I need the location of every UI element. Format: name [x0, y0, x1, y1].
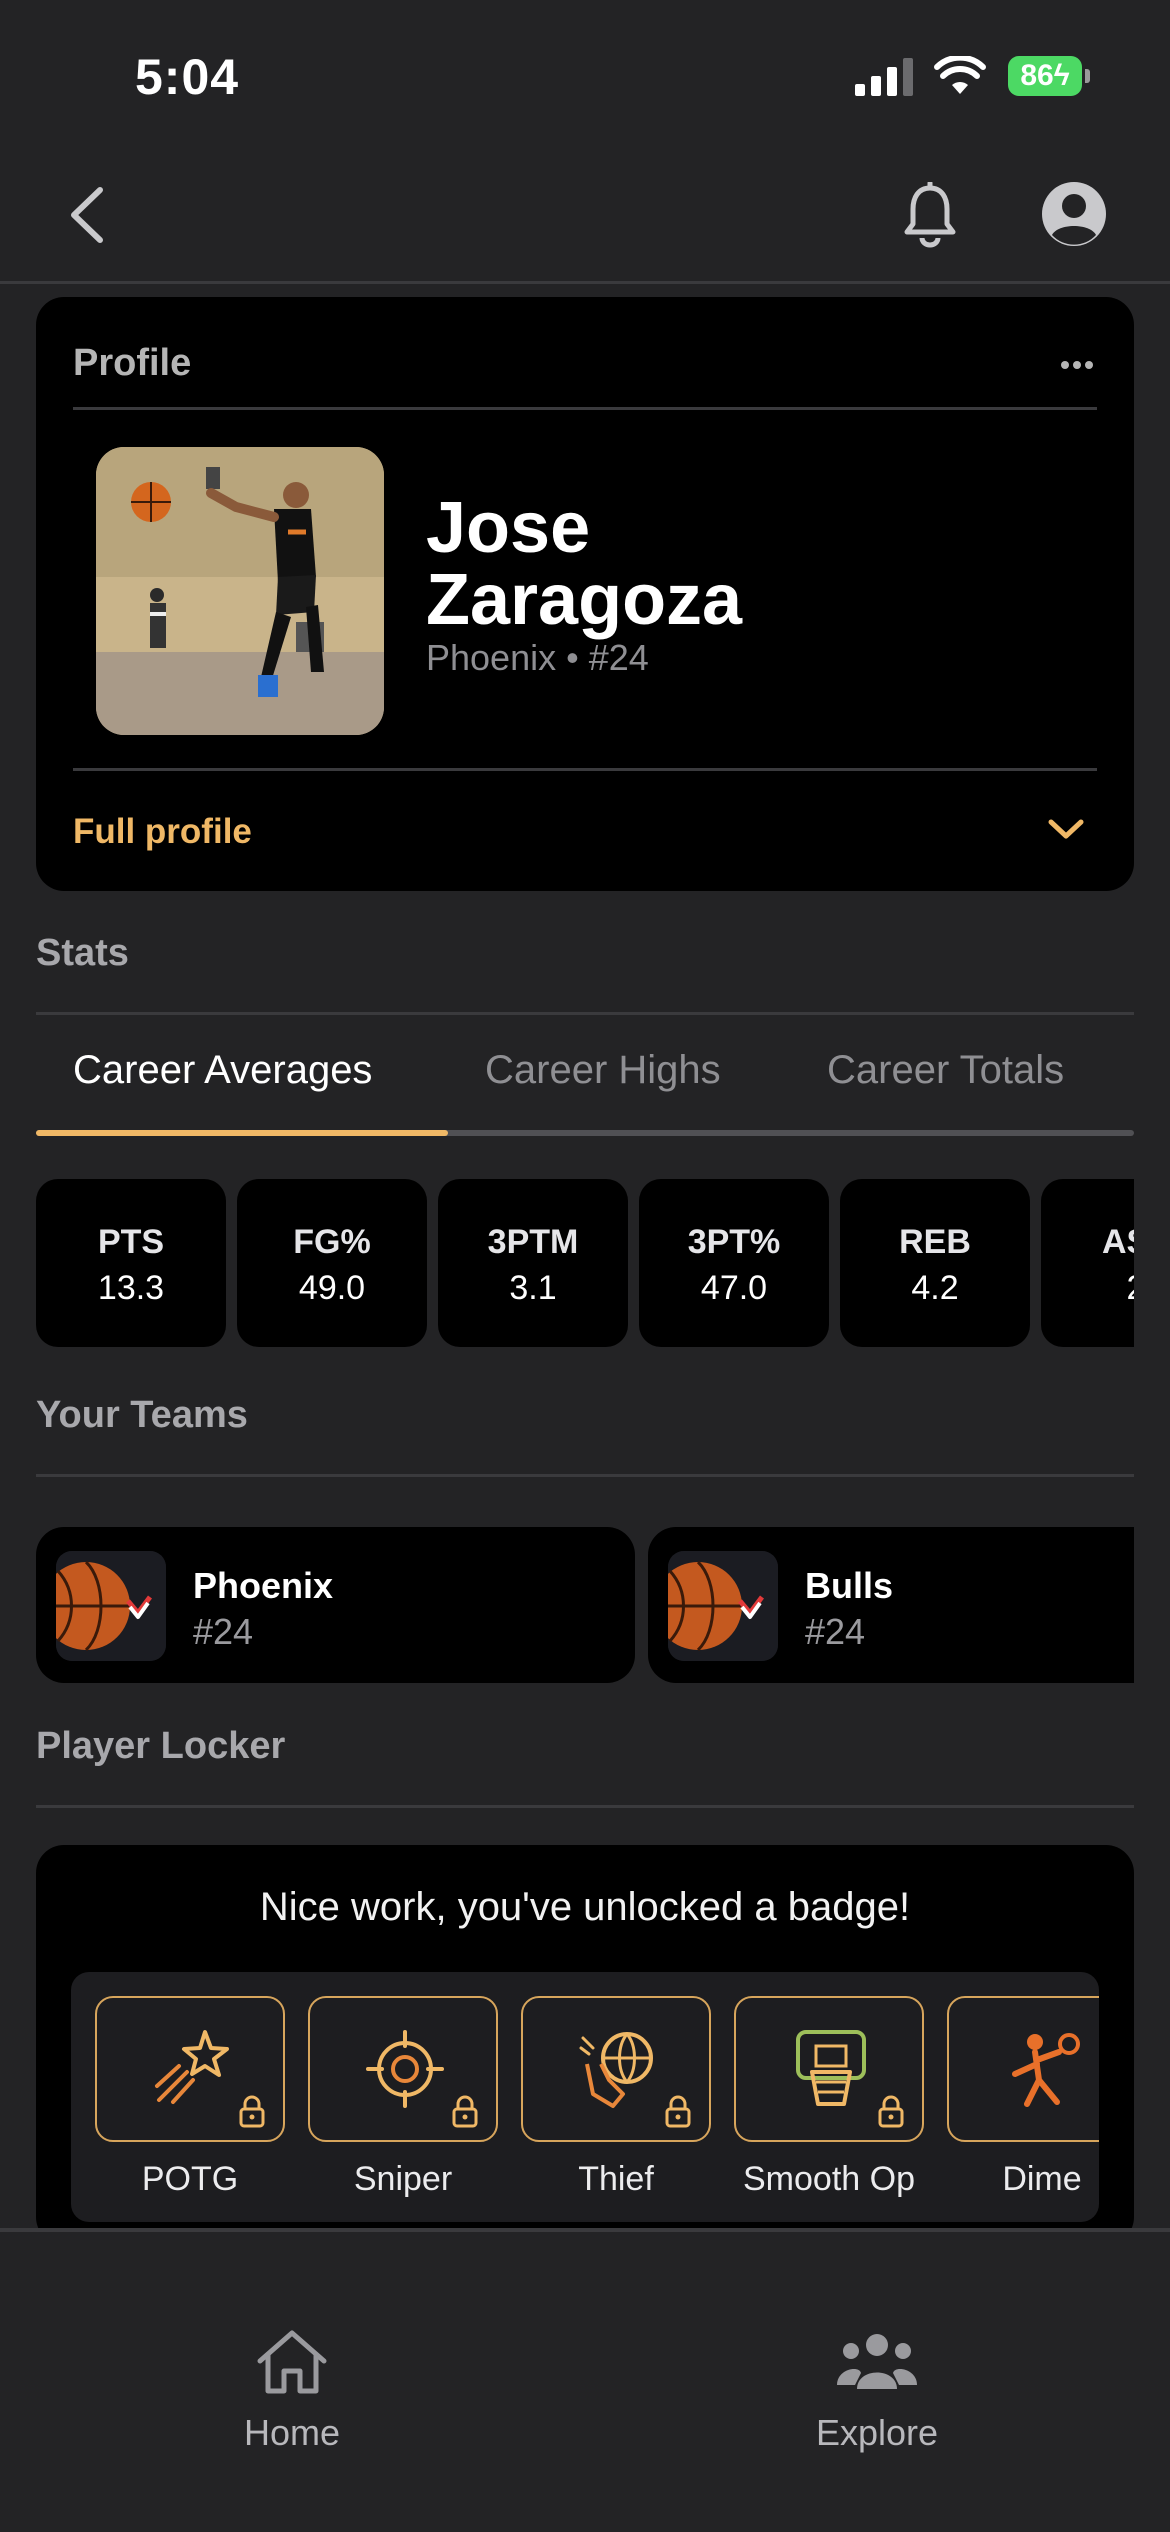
bell-icon[interactable]	[902, 182, 958, 248]
stat-label: 3PT%	[687, 1223, 781, 1261]
tab-explore-label: Explore	[815, 2412, 939, 2453]
passer-icon	[1012, 2033, 1080, 2107]
player-name: Jose Zaragoza	[426, 492, 926, 636]
stat-tiles: PTS 13.3 FG% 49.0 3PTM 3.1 3PT% 47.0 REB…	[36, 1179, 1134, 1347]
nav-bar	[0, 160, 1170, 284]
lock-icon	[239, 2095, 265, 2128]
home-icon	[257, 2330, 327, 2394]
player-locker-card: Nice work, you've unlocked a badge! POTG	[36, 1845, 1134, 2245]
battery-indicator: 86 ϟ	[1008, 56, 1090, 96]
player-photo-image	[96, 447, 384, 735]
status-time: 5:04	[135, 49, 240, 105]
cellular-signal-icon	[855, 58, 913, 96]
badge-label: Sniper	[353, 2160, 453, 2198]
badge-label: Dime	[1002, 2160, 1082, 2198]
badge-label: Thief	[578, 2160, 654, 2198]
divider	[36, 1012, 1134, 1015]
stat-label: PTS	[97, 1223, 165, 1261]
stat-tile-ast[interactable]: AST 2	[1041, 1179, 1134, 1347]
lock-icon	[878, 2095, 904, 2128]
teams-list: Phoenix #24 Bulls #24	[36, 1527, 1134, 1683]
badge-label: Smooth Op	[743, 2160, 915, 2198]
locker-heading: Player Locker	[36, 1725, 286, 1767]
tab-underline-active	[36, 1130, 448, 1136]
status-bar: 5:04 86 ϟ	[0, 0, 1170, 150]
team-name: Phoenix	[193, 1565, 334, 1606]
tab-home-label: Home	[243, 2412, 341, 2453]
shooting-star-icon	[155, 2030, 229, 2104]
team-name: Bulls	[805, 1565, 894, 1606]
battery-level: 86	[1020, 59, 1054, 92]
profile-heading: Profile	[73, 342, 192, 384]
basketball-logo-icon	[56, 1551, 166, 1661]
divider	[73, 768, 1097, 771]
basketball-logo-icon	[668, 1551, 778, 1661]
steal-hand-icon	[579, 2032, 653, 2108]
lock-icon	[665, 2095, 691, 2128]
stat-value: 47.0	[700, 1269, 768, 1307]
stat-label: FG%	[293, 1223, 371, 1261]
bottom-tab-bar: Home Explore	[0, 2228, 1170, 2532]
badge-thief[interactable]: Thief	[521, 1996, 711, 2199]
crosshair-icon	[366, 2030, 444, 2108]
tab-explore[interactable]: Explore	[767, 2327, 987, 2454]
more-icon[interactable]	[1060, 359, 1094, 371]
stat-tile-3pt-pct[interactable]: 3PT% 47.0	[639, 1179, 829, 1347]
tab-home[interactable]: Home	[182, 2327, 402, 2454]
team-logo	[668, 1551, 778, 1661]
hoop-icon	[796, 2030, 866, 2106]
player-avatar[interactable]	[96, 447, 384, 735]
stat-value: 2	[1041, 1269, 1134, 1308]
player-first-name: Jose	[426, 488, 591, 568]
badge-label: POTG	[141, 2160, 239, 2198]
stat-tile-reb[interactable]: REB 4.2	[840, 1179, 1030, 1347]
chevron-left-icon[interactable]	[58, 180, 118, 250]
stat-value: 4.2	[911, 1269, 959, 1307]
badge-sniper[interactable]: Sniper	[308, 1996, 498, 2199]
team-card-bulls[interactable]: Bulls #24	[648, 1527, 1134, 1683]
badge-dime[interactable]: Dime	[947, 1996, 1099, 2199]
full-profile-link[interactable]: Full profile	[73, 812, 252, 852]
divider	[36, 1805, 1134, 1808]
badge-smooth-op[interactable]: Smooth Op	[734, 1996, 924, 2199]
teams-heading: Your Teams	[36, 1394, 248, 1436]
stat-label: 3PTM	[487, 1223, 579, 1261]
stat-tile-3ptm[interactable]: 3PTM 3.1	[438, 1179, 628, 1347]
tab-career-totals[interactable]: Career Totals	[827, 1048, 1064, 1093]
tab-career-highs[interactable]: Career Highs	[485, 1048, 721, 1093]
profile-card: Profile Jose Zaragoza Phoenix • #24 Full…	[36, 297, 1134, 891]
stat-value: 13.3	[97, 1269, 165, 1307]
badge-unlocked-message: Nice work, you've unlocked a badge!	[259, 1885, 911, 1929]
badge-strip: POTG Sniper Thief Smooth Op Dime	[71, 1972, 1099, 2222]
stats-tabs: Career Averages Career Highs Career Tota…	[36, 1024, 1134, 1136]
charging-bolt-icon: ϟ	[1053, 59, 1070, 92]
player-team-number: Phoenix • #24	[426, 637, 649, 678]
stat-value: 49.0	[298, 1269, 366, 1307]
team-logo	[56, 1551, 166, 1661]
lock-icon	[452, 2095, 478, 2128]
stats-heading: Stats	[36, 932, 129, 974]
divider	[36, 1474, 1134, 1477]
people-icon	[837, 2334, 917, 2389]
user-circle-icon[interactable]	[1040, 180, 1108, 248]
stat-label: AST	[1102, 1223, 1134, 1261]
tab-career-averages[interactable]: Career Averages	[73, 1048, 372, 1093]
stat-tile-pts[interactable]: PTS 13.3	[36, 1179, 226, 1347]
divider	[73, 407, 1097, 410]
team-card-phoenix[interactable]: Phoenix #24	[36, 1527, 635, 1683]
stat-label: REB	[899, 1223, 971, 1261]
player-last-name: Zaragoza	[426, 560, 743, 640]
stat-tile-fg-pct[interactable]: FG% 49.0	[237, 1179, 427, 1347]
team-number: #24	[805, 1611, 866, 1652]
chevron-down-icon[interactable]	[1046, 815, 1086, 843]
badge-potg[interactable]: POTG	[95, 1996, 285, 2199]
wifi-icon	[934, 56, 986, 94]
stat-value: 3.1	[509, 1269, 557, 1307]
team-number: #24	[193, 1611, 254, 1652]
